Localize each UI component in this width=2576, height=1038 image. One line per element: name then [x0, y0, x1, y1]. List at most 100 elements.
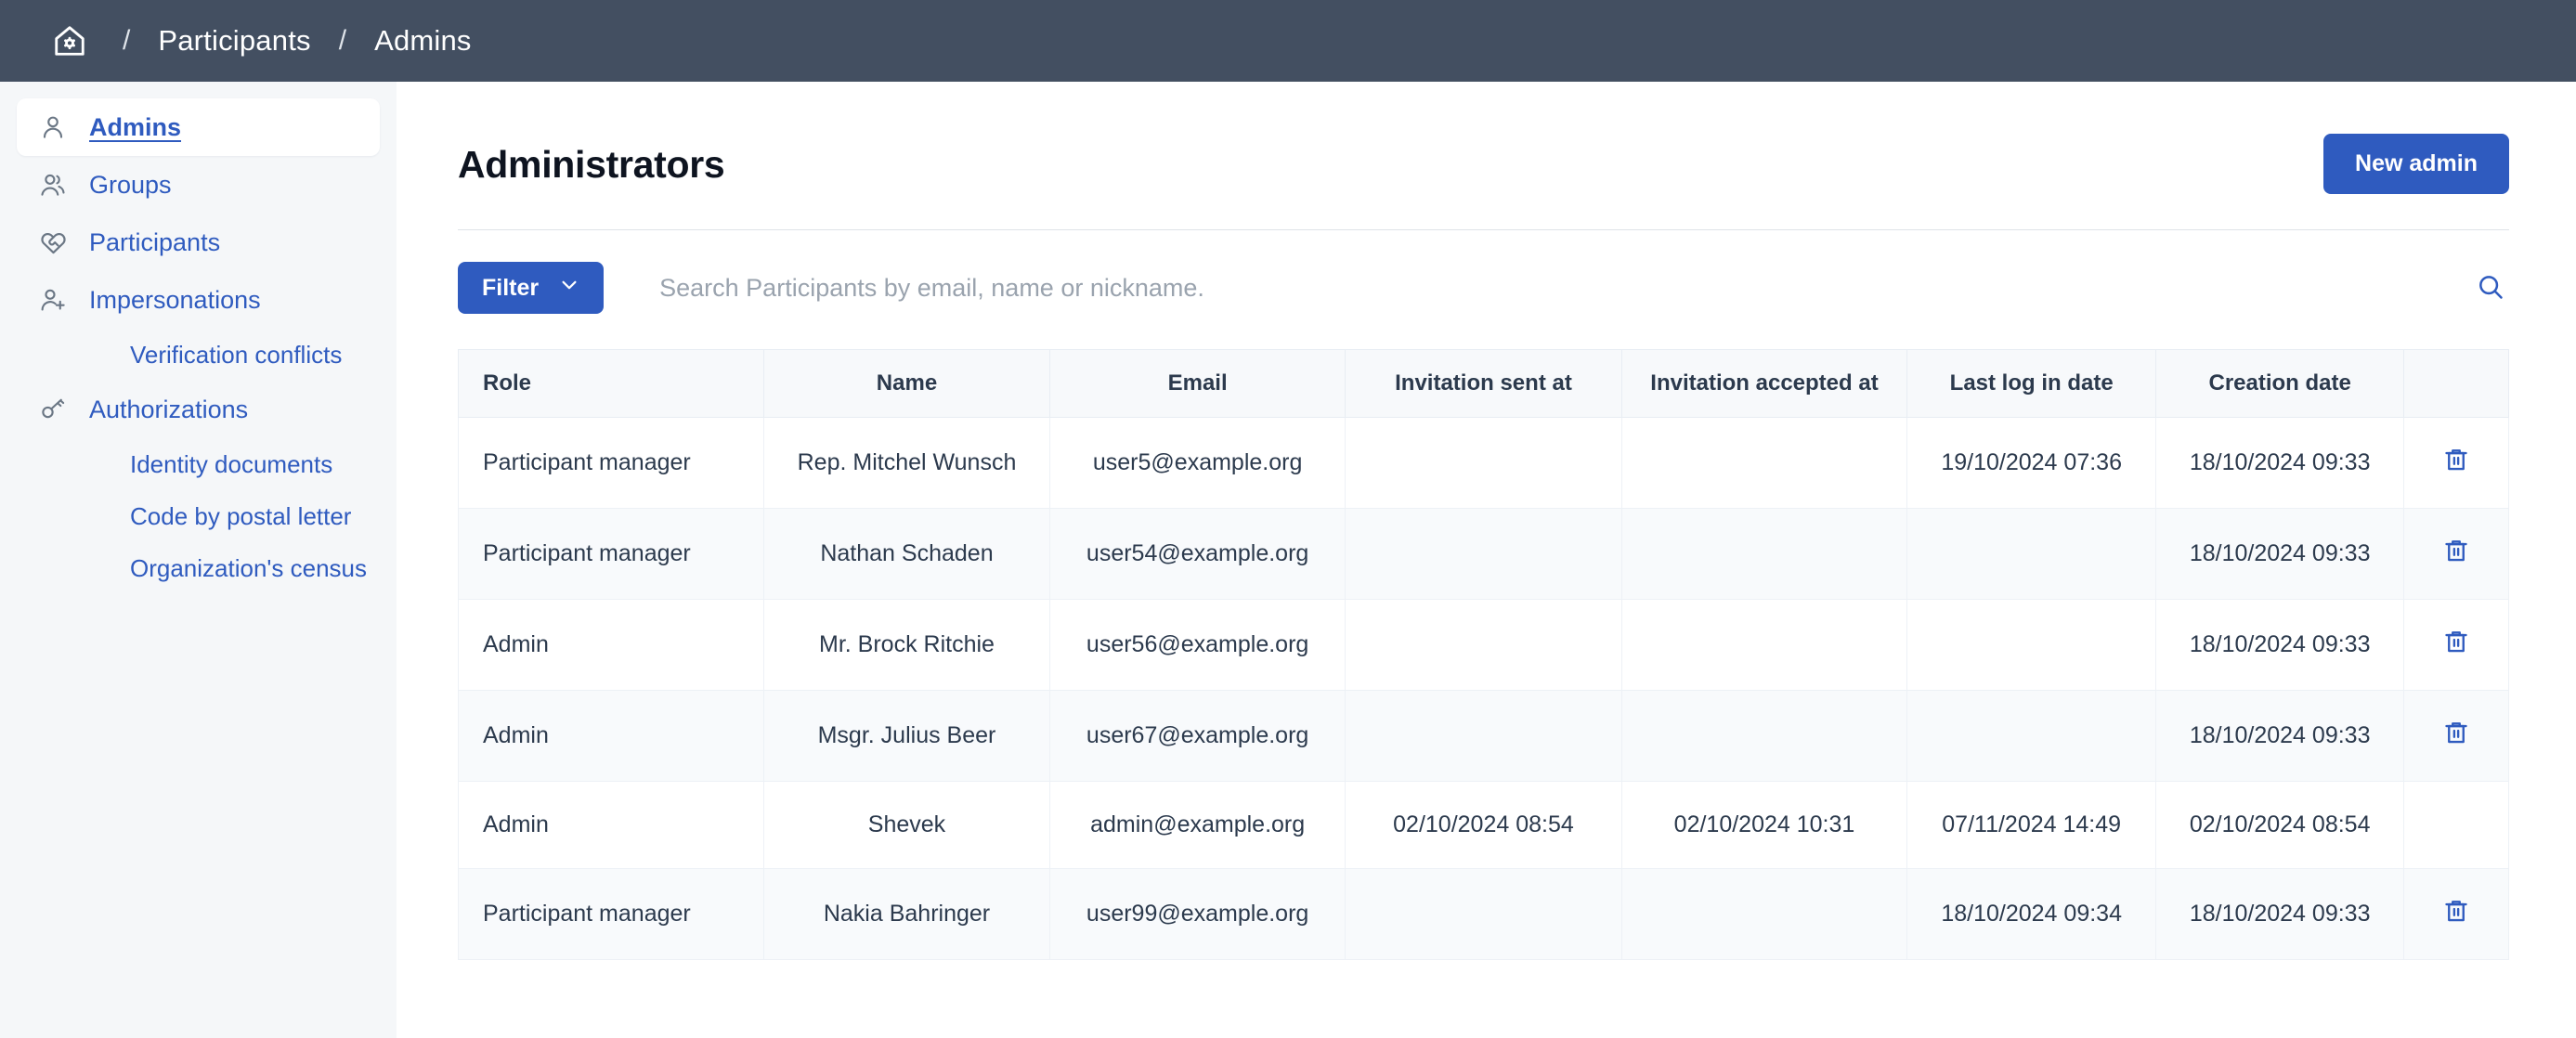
sidebar-item-authorizations[interactable]: Authorizations [17, 381, 380, 438]
page-title: Administrators [458, 134, 724, 187]
delete-row-button[interactable] [2442, 719, 2470, 749]
cell-invitation-sent-at [1346, 600, 1621, 691]
breadcrumb-separator-2: / [311, 25, 374, 57]
cell-name: Nathan Schaden [764, 509, 1050, 600]
sidebar-item-label: Participants [89, 228, 220, 257]
header-divider [458, 229, 2509, 230]
user-plus-icon [37, 284, 69, 316]
cell-last-login-date [1907, 600, 2156, 691]
cell-actions [2404, 600, 2509, 691]
cell-name: Mr. Brock Ritchie [764, 600, 1050, 691]
cell-actions [2404, 869, 2509, 960]
cell-actions [2404, 509, 2509, 600]
cell-creation-date: 18/10/2024 09:33 [2155, 600, 2404, 691]
cell-creation-date: 18/10/2024 09:33 [2155, 509, 2404, 600]
sidebar-item-label: Organization's census [130, 554, 367, 583]
cell-actions [2404, 418, 2509, 509]
sidebar-item-impersonations[interactable]: Impersonations [17, 271, 380, 329]
column-header-name: Name [764, 350, 1050, 418]
top-breadcrumb-bar: / Participants / Admins [0, 0, 2576, 82]
delete-row-button[interactable] [2442, 897, 2470, 928]
delete-row-button[interactable] [2442, 628, 2470, 658]
column-header-invitation-sent-at: Invitation sent at [1346, 350, 1621, 418]
sidebar-nav: Admins Groups Participants [0, 82, 397, 1038]
search-field-wrapper [635, 265, 2509, 312]
cell-email: user5@example.org [1049, 418, 1345, 509]
trash-icon [2442, 446, 2470, 476]
cell-email: user99@example.org [1049, 869, 1345, 960]
home-gear-icon[interactable] [45, 16, 95, 66]
search-icon [2476, 272, 2505, 305]
new-admin-button[interactable]: New admin [2323, 134, 2509, 194]
column-header-creation-date: Creation date [2155, 350, 2404, 418]
cell-invitation-accepted-at [1621, 509, 1907, 600]
breadcrumb-separator-1: / [95, 25, 158, 57]
breadcrumb-item-participants[interactable]: Participants [158, 24, 310, 58]
cell-last-login-date: 18/10/2024 09:34 [1907, 869, 2156, 960]
table-body: Participant managerRep. Mitchel Wunschus… [459, 418, 2509, 960]
user-icon [37, 111, 69, 143]
trash-icon [2442, 628, 2470, 658]
table-row: Participant managerRep. Mitchel Wunschus… [459, 418, 2509, 509]
sidebar-item-participants[interactable]: Participants [17, 214, 380, 271]
sidebar-item-organizations-census[interactable]: Organization's census [17, 542, 380, 594]
sidebar-item-admins[interactable]: Admins [17, 98, 380, 156]
search-button[interactable] [2472, 265, 2509, 312]
cell-name: Msgr. Julius Beer [764, 691, 1050, 782]
sidebar-item-label: Authorizations [89, 396, 248, 424]
filter-button[interactable]: Filter [458, 262, 604, 314]
breadcrumb-item-admins[interactable]: Admins [374, 24, 472, 58]
cell-name: Nakia Bahringer [764, 869, 1050, 960]
cell-invitation-sent-at [1346, 509, 1621, 600]
cell-last-login-date [1907, 509, 2156, 600]
cell-last-login-date: 07/11/2024 14:49 [1907, 782, 2156, 869]
sidebar-item-label: Groups [89, 171, 172, 200]
cell-invitation-sent-at: 02/10/2024 08:54 [1346, 782, 1621, 869]
sidebar-item-label: Impersonations [89, 286, 261, 315]
search-input[interactable] [635, 265, 2472, 312]
sidebar-item-verification-conflicts[interactable]: Verification conflicts [17, 329, 380, 381]
admins-table: Role Name Email Invitation sent at Invit… [458, 349, 2509, 960]
column-header-invitation-accepted-at: Invitation accepted at [1621, 350, 1907, 418]
cell-email: user56@example.org [1049, 600, 1345, 691]
delete-row-button[interactable] [2442, 446, 2470, 476]
column-header-email: Email [1049, 350, 1345, 418]
main-content: Administrators New admin Filter [397, 82, 2576, 1038]
cell-creation-date: 02/10/2024 08:54 [2155, 782, 2404, 869]
cell-name: Rep. Mitchel Wunsch [764, 418, 1050, 509]
cell-invitation-sent-at [1346, 691, 1621, 782]
cell-creation-date: 18/10/2024 09:33 [2155, 418, 2404, 509]
heart-handshake-icon [37, 227, 69, 258]
cell-invitation-accepted-at [1621, 418, 1907, 509]
cell-invitation-accepted-at [1621, 691, 1907, 782]
cell-name: Shevek [764, 782, 1050, 869]
table-row: AdminMr. Brock Ritchieuser56@example.org… [459, 600, 2509, 691]
cell-actions [2404, 691, 2509, 782]
table-head: Role Name Email Invitation sent at Invit… [459, 350, 2509, 418]
sidebar-item-label: Code by postal letter [130, 502, 351, 531]
cell-invitation-accepted-at [1621, 600, 1907, 691]
column-header-actions [2404, 350, 2509, 418]
column-header-role: Role [459, 350, 764, 418]
filter-button-label: Filter [482, 275, 539, 302]
cell-actions [2404, 782, 2509, 869]
key-icon [37, 394, 69, 425]
cell-invitation-accepted-at: 02/10/2024 10:31 [1621, 782, 1907, 869]
admins-table-wrapper: Role Name Email Invitation sent at Invit… [458, 349, 2509, 960]
users-icon [37, 169, 69, 201]
chevron-down-icon [559, 275, 579, 302]
cell-email: user54@example.org [1049, 509, 1345, 600]
cell-role: Participant manager [459, 869, 764, 960]
sidebar-item-groups[interactable]: Groups [17, 156, 380, 214]
cell-email: admin@example.org [1049, 782, 1345, 869]
cell-role: Admin [459, 782, 764, 869]
delete-row-button[interactable] [2442, 537, 2470, 567]
cell-creation-date: 18/10/2024 09:33 [2155, 691, 2404, 782]
sidebar-item-code-by-postal-letter[interactable]: Code by postal letter [17, 490, 380, 542]
sidebar-item-label: Verification conflicts [130, 341, 342, 370]
filter-search-bar: Filter [458, 262, 2509, 314]
sidebar-item-identity-documents[interactable]: Identity documents [17, 438, 380, 490]
cell-role: Participant manager [459, 509, 764, 600]
cell-last-login-date: 19/10/2024 07:36 [1907, 418, 2156, 509]
page-header: Administrators New admin [458, 134, 2509, 194]
